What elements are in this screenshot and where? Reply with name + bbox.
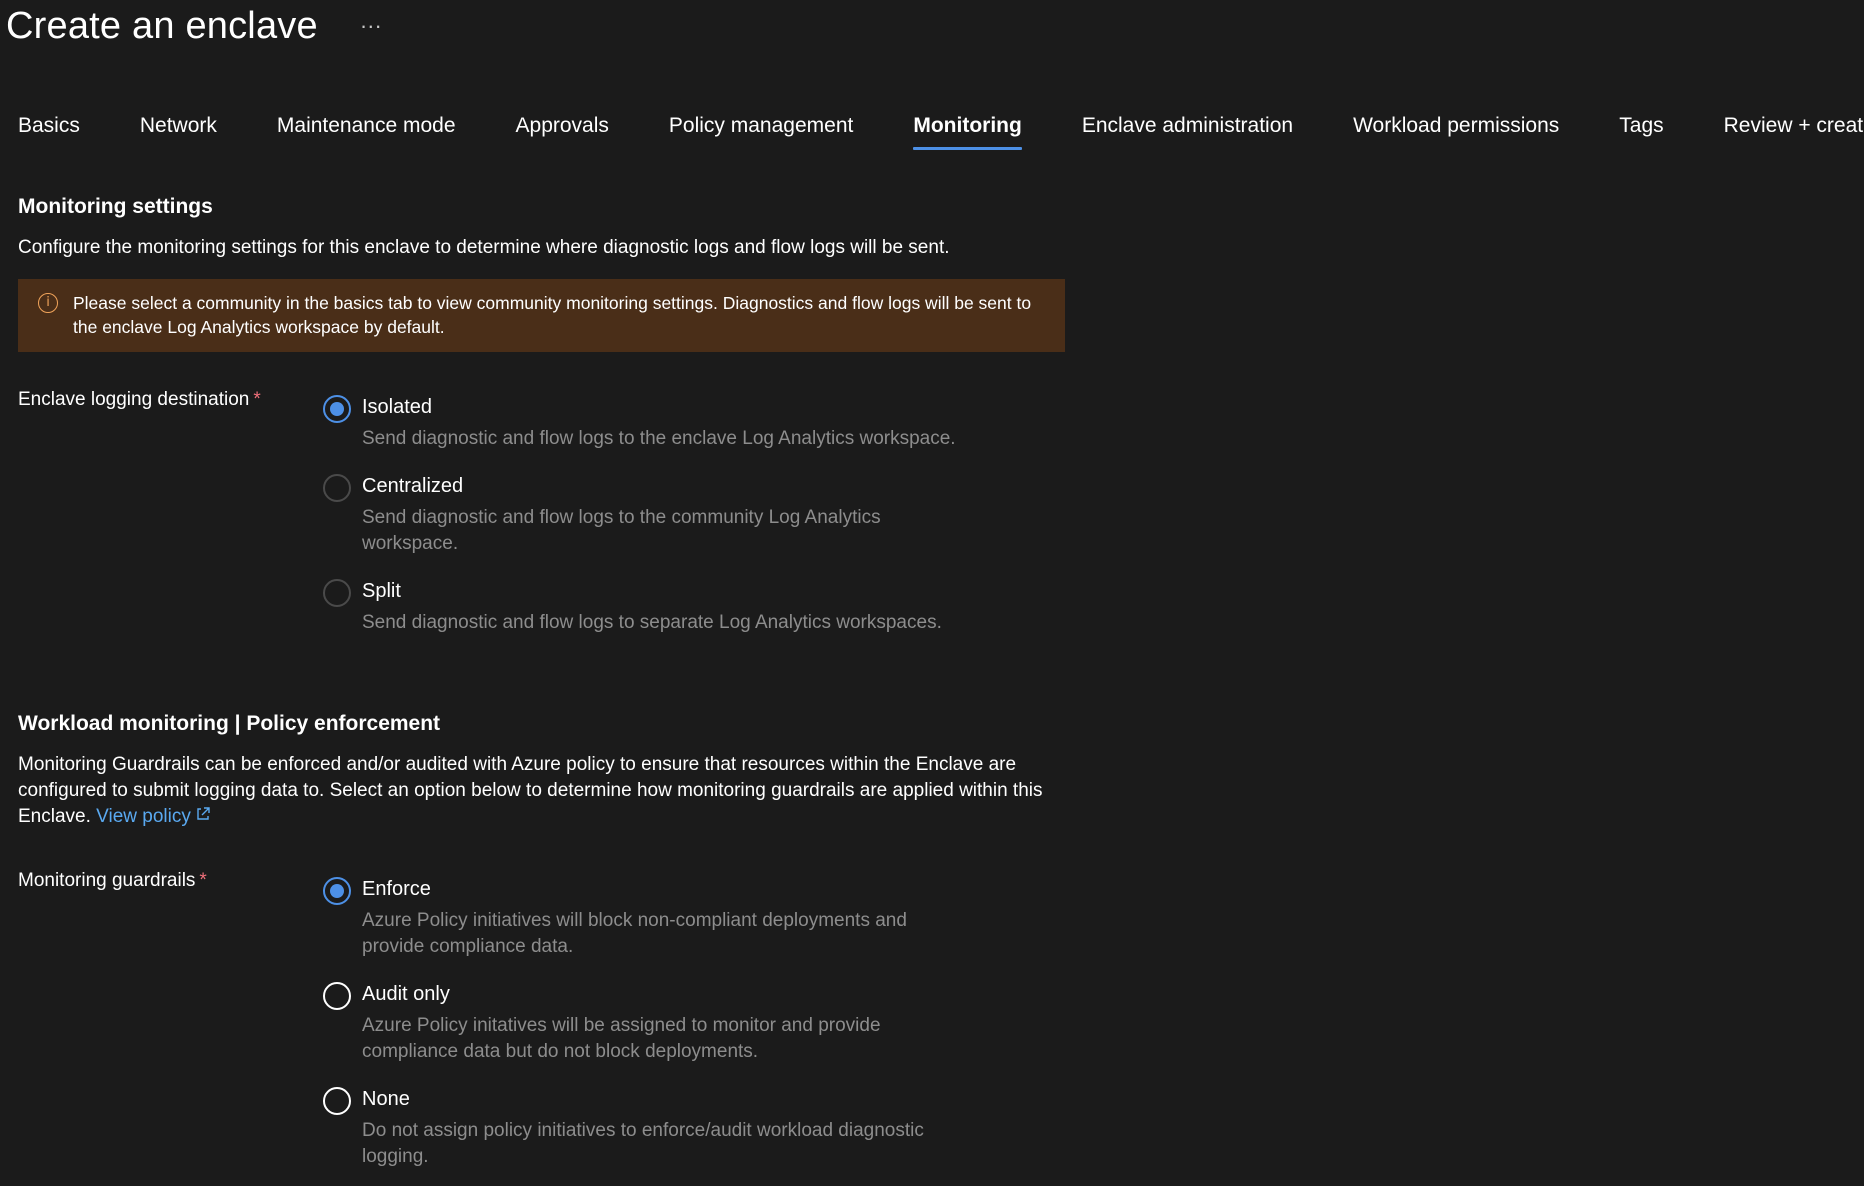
create-enclave-page: Create an enclave ··· Basics Network Mai…	[0, 0, 1864, 1186]
radio-enforce[interactable]	[323, 877, 351, 905]
radio-label[interactable]: Isolated	[362, 396, 432, 419]
radio-label[interactable]: Audit only	[362, 983, 450, 1006]
tab-policy-management[interactable]: Policy management	[669, 114, 853, 148]
tab-enclave-administration[interactable]: Enclave administration	[1082, 114, 1293, 148]
radio-centralized[interactable]	[323, 474, 351, 502]
required-marker: *	[199, 870, 207, 891]
workload-monitoring-heading: Workload monitoring | Policy enforcement	[18, 712, 441, 735]
more-options-button[interactable]: ···	[354, 2, 388, 50]
notice-text: Please select a community in the basics …	[73, 293, 1032, 337]
tab-network[interactable]: Network	[140, 114, 217, 148]
radio-description: Send diagnostic and flow logs to separat…	[362, 612, 942, 633]
info-icon: i	[38, 293, 58, 313]
external-link-icon[interactable]	[195, 806, 211, 822]
radio-label[interactable]: None	[362, 1088, 410, 1111]
radio-label[interactable]: Split	[362, 580, 401, 603]
monitoring-guardrails-label: Monitoring guardrails *	[18, 870, 207, 892]
radio-isolated[interactable]	[323, 395, 351, 423]
required-marker: *	[253, 389, 261, 410]
monitoring-settings-description: Configure the monitoring settings for th…	[18, 237, 950, 258]
monitoring-settings-heading: Monitoring settings	[18, 195, 213, 218]
radio-label[interactable]: Enforce	[362, 878, 431, 901]
tab-maintenance-mode[interactable]: Maintenance mode	[277, 114, 456, 148]
radio-description: Azure Policy initiatives will block non-…	[362, 910, 907, 957]
radio-label[interactable]: Centralized	[362, 475, 463, 498]
page-title: Create an enclave	[6, 5, 318, 47]
tab-workload-permissions[interactable]: Workload permissions	[1353, 114, 1559, 148]
tab-bar: Basics Network Maintenance mode Approval…	[18, 114, 1864, 150]
tab-basics[interactable]: Basics	[18, 114, 80, 148]
radio-none[interactable]	[323, 1087, 351, 1115]
radio-description: Azure Policy initatives will be assigned…	[362, 1015, 881, 1062]
enclave-logging-destination-label: Enclave logging destination *	[18, 389, 261, 411]
radio-description: Do not assign policy initiatives to enfo…	[362, 1120, 924, 1167]
field-label-text: Enclave logging destination	[18, 389, 250, 410]
field-label-text: Monitoring guardrails	[18, 870, 196, 891]
tab-approvals[interactable]: Approvals	[516, 114, 609, 148]
radio-audit-only[interactable]	[323, 982, 351, 1010]
title-row: Create an enclave ···	[6, 2, 388, 50]
tab-review-create[interactable]: Review + create	[1724, 114, 1864, 148]
tab-tags[interactable]: Tags	[1619, 114, 1663, 148]
view-policy-link[interactable]: View policy	[96, 806, 211, 827]
workload-monitoring-description: Monitoring Guardrails can be enforced an…	[18, 752, 1078, 830]
tab-monitoring[interactable]: Monitoring	[913, 114, 1023, 150]
radio-split[interactable]	[323, 579, 351, 607]
radio-description: Send diagnostic and flow logs to the enc…	[362, 428, 956, 449]
view-policy-label[interactable]: View policy	[96, 806, 191, 827]
community-notice-banner: i Please select a community in the basic…	[18, 279, 1065, 352]
radio-description: Send diagnostic and flow logs to the com…	[362, 507, 881, 554]
